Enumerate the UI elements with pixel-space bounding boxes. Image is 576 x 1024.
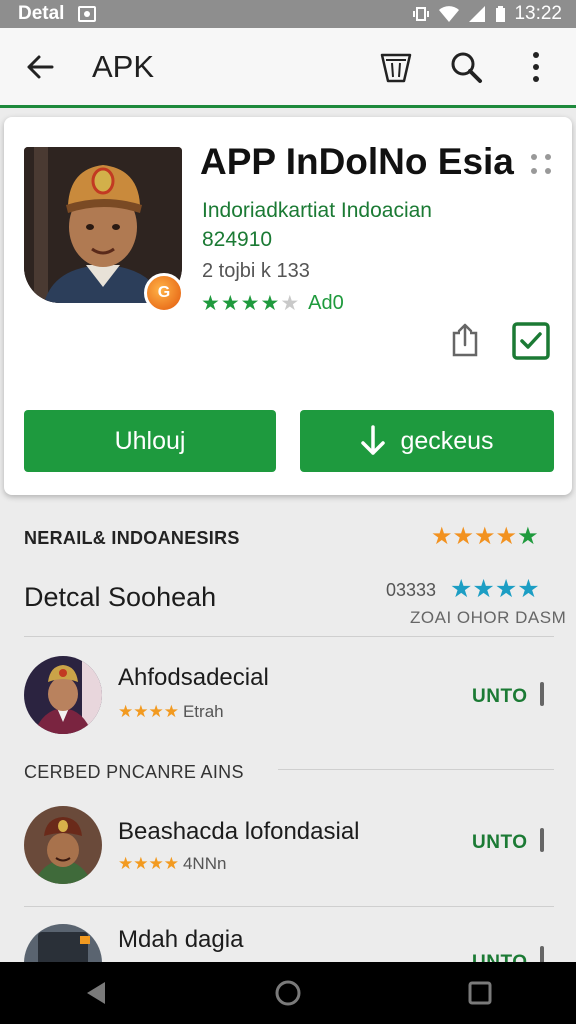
battery-icon bbox=[496, 6, 506, 22]
square-recents-icon bbox=[468, 981, 492, 1005]
search-icon bbox=[451, 52, 482, 83]
detail-stars-icon: ★★★★ bbox=[450, 575, 540, 603]
rating-stars-icon: ★★★★★ bbox=[201, 292, 301, 315]
app-badge-icon: G bbox=[144, 273, 184, 313]
list-item[interactable]: Beashacda lofondasial ★★★★ 4NNn UNTO bbox=[0, 796, 576, 888]
image-notification-icon bbox=[78, 6, 97, 22]
drag-handle-icon[interactable] bbox=[540, 946, 544, 962]
developer-name[interactable]: Indoriadkartiat Indoacian bbox=[202, 199, 432, 223]
delete-button[interactable] bbox=[376, 47, 416, 87]
app-toolbar: APK bbox=[0, 28, 576, 108]
detail-count: 03333 bbox=[386, 580, 437, 600]
nav-back-button[interactable] bbox=[71, 968, 121, 1018]
divider bbox=[24, 906, 554, 907]
toolbar-title: APK bbox=[92, 48, 155, 84]
app-title: APP InDolNo Esia bbox=[200, 141, 514, 182]
divider bbox=[24, 636, 554, 637]
carrier-label: Detal bbox=[18, 3, 65, 24]
list-item-action[interactable]: UNTO bbox=[472, 832, 527, 854]
back-arrow-icon bbox=[27, 55, 54, 78]
share-icon[interactable] bbox=[448, 323, 482, 357]
status-bar: Detal 13:22 bbox=[0, 0, 576, 28]
nav-recents-button[interactable] bbox=[455, 968, 505, 1018]
wifi-icon bbox=[439, 6, 460, 22]
signal-icon bbox=[469, 6, 486, 22]
drag-handle-icon[interactable] bbox=[540, 682, 544, 706]
avatar bbox=[24, 656, 102, 734]
overflow-menu-button[interactable] bbox=[516, 47, 556, 87]
detail-subtitle: ZOAI OHOR DASM bbox=[410, 608, 567, 627]
avatar bbox=[24, 924, 102, 962]
list-item[interactable]: Mdah dagia UNTO bbox=[0, 916, 576, 962]
list-item[interactable]: Ahfodsadecial ★★★★ Etrah UNTO bbox=[0, 650, 576, 742]
section-stars-icon: ★★★★★ bbox=[431, 523, 539, 550]
section-header-similar: CERBED PNCANRE AINS bbox=[24, 762, 244, 782]
trash-icon bbox=[380, 53, 412, 82]
rating-label: Ad0 bbox=[308, 292, 344, 314]
back-button[interactable] bbox=[20, 47, 60, 87]
system-nav-bar bbox=[0, 962, 576, 1024]
circle-home-icon bbox=[275, 980, 301, 1006]
section-header-ratings: NERAIL& INDOANESIRS bbox=[24, 528, 240, 548]
uninstall-button[interactable]: Uhlouj bbox=[24, 410, 276, 472]
checkbox-icon[interactable] bbox=[512, 322, 550, 360]
list-item-meta: ★★★★ Etrah bbox=[118, 702, 224, 722]
list-item-meta: ★★★★ 4NNn bbox=[118, 854, 226, 874]
list-item-title: Mdah dagia bbox=[118, 926, 244, 953]
clock: 13:22 bbox=[514, 3, 562, 24]
avatar bbox=[24, 806, 102, 884]
drag-handle-icon[interactable] bbox=[528, 151, 554, 177]
divider bbox=[278, 769, 554, 770]
app-rating: ★★★★★ Ad0 bbox=[201, 291, 344, 316]
more-vertical-icon bbox=[533, 51, 539, 82]
rating-stars-icon: ★★★★ bbox=[118, 854, 179, 873]
app-version: 824910 bbox=[202, 228, 273, 251]
detail-title: Detcal Sooheah bbox=[24, 582, 217, 612]
list-item-meta-text: Etrah bbox=[182, 702, 224, 721]
vibrate-icon bbox=[413, 7, 430, 21]
list-item-meta-text: 4NNn bbox=[182, 854, 227, 873]
drag-handle-icon[interactable] bbox=[540, 828, 544, 852]
download-label: geckeus bbox=[400, 426, 494, 455]
search-button[interactable] bbox=[446, 47, 486, 87]
app-detail-card: G APP InDolNo Esia Indoriadkartiat Indoa… bbox=[4, 117, 572, 495]
app-size: 2 tojbi k 133 bbox=[202, 260, 310, 282]
list-item-title: Beashacda lofondasial bbox=[118, 818, 360, 845]
list-item-title: Ahfodsadecial bbox=[118, 664, 269, 691]
download-arrow-icon bbox=[361, 425, 386, 455]
list-item-action[interactable]: UNTO bbox=[472, 686, 527, 708]
triangle-back-icon bbox=[87, 982, 105, 1004]
download-button[interactable]: geckeus bbox=[300, 410, 554, 472]
nav-home-button[interactable] bbox=[263, 968, 313, 1018]
uninstall-label: Uhlouj bbox=[114, 426, 186, 455]
rating-stars-icon: ★★★★ bbox=[118, 702, 179, 721]
list-item-action[interactable]: UNTO bbox=[472, 952, 527, 962]
